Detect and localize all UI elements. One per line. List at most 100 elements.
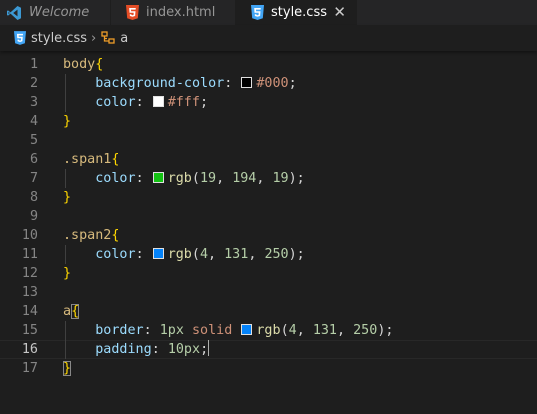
code-line[interactable]: 17} (0, 359, 537, 378)
code-line[interactable]: 11 color: rgb(4, 131, 250); (0, 245, 537, 264)
color-swatch[interactable] (152, 96, 164, 107)
line-number: 14 (21, 304, 38, 319)
token-punc: , (248, 247, 265, 262)
code-line[interactable]: 3 color: #fff; (0, 93, 537, 112)
token-ws (63, 342, 95, 357)
token-num: 194 (232, 171, 257, 186)
token-prop: border (95, 323, 144, 338)
code-line[interactable]: 1 body{ (0, 55, 537, 74)
token-prop: color (95, 171, 136, 186)
token-num: 19 (272, 171, 289, 186)
token-kw: solid (192, 323, 233, 338)
text-cursor (208, 340, 210, 356)
line-number: 1 (29, 57, 38, 72)
token-num: 1px (159, 323, 184, 338)
line-number: 15 (21, 323, 38, 338)
code-text: border: 1px solid rgb(4, 131, 250); (63, 321, 393, 340)
line-number: 11 (21, 247, 38, 262)
code-line[interactable]: 8} (0, 188, 537, 207)
code-line[interactable]: 9 (0, 207, 537, 226)
line-number: 8 (29, 190, 38, 205)
tab-label: style.css (271, 5, 327, 20)
code-text: background-color: #000; (63, 74, 296, 93)
code-line[interactable]: 15 border: 1px solid rgb(4, 131, 250); (0, 321, 537, 340)
code-text: color: #fff; (63, 93, 208, 112)
breadcrumb-symbol[interactable]: a (101, 31, 128, 46)
tab-welcome[interactable]: Welcome (0, 0, 111, 25)
token-punc: ; (200, 342, 209, 357)
token-brace: } (63, 266, 72, 281)
code-text: color: rgb(19, 194, 19); (63, 169, 305, 188)
token-sel: body (63, 57, 96, 72)
css3-icon (14, 31, 26, 45)
token-brace: { (111, 228, 120, 243)
breadcrumb-file-label: style.css (31, 30, 87, 46)
line-number: 2 (29, 76, 38, 91)
token-num: 250 (264, 247, 289, 262)
token-num: 19 (199, 171, 217, 186)
token-ws (63, 323, 95, 338)
token-fn: rgb (167, 171, 192, 186)
breadcrumb-file[interactable]: style.css (14, 31, 87, 46)
code-text: padding: 10px; (63, 340, 210, 359)
token-num: 131 (224, 247, 249, 262)
token-punc: : (224, 76, 241, 91)
code-line[interactable]: 4} (0, 112, 537, 131)
token-val: #000 (256, 76, 289, 91)
token-ws (63, 171, 95, 186)
token-punc: ; (199, 95, 208, 110)
token-punc (184, 323, 192, 338)
token-sel: .span2 (63, 228, 112, 243)
token-punc: : (151, 342, 168, 357)
code-text: .span1{ (63, 150, 119, 169)
line-number: 6 (29, 152, 38, 167)
token-brace: } (63, 114, 72, 129)
code-text: color: rgb(4, 131, 250); (63, 245, 305, 264)
token-ws (63, 76, 95, 91)
token-sel: .span1 (63, 152, 112, 167)
line-number: 17 (21, 361, 38, 376)
token-prop: background-color (95, 76, 225, 91)
token-fn: rgb (256, 323, 281, 338)
close-icon[interactable]: ✕ (333, 3, 346, 21)
token-punc: , (216, 171, 233, 186)
token-punc (232, 323, 240, 338)
token-punc: ( (191, 171, 200, 186)
color-swatch[interactable] (152, 172, 164, 183)
code-text: body{ (63, 55, 103, 74)
symbol-element-icon (101, 31, 115, 45)
code-line[interactable]: 13 (0, 283, 537, 302)
token-punc: , (296, 323, 313, 338)
css3-icon (251, 5, 264, 20)
code-line[interactable]: 2 background-color: #000; (0, 74, 537, 93)
code-line[interactable]: 12} (0, 264, 537, 283)
chevron-right-icon: › (91, 30, 97, 46)
token-fn: rgb (167, 247, 192, 262)
token-punc: ); (288, 247, 305, 262)
token-punc: , (208, 247, 225, 262)
breadcrumb: style.css › a (0, 25, 537, 51)
line-number: 16 (21, 342, 38, 357)
token-punc: ( (280, 323, 289, 338)
code-line[interactable]: 16 padding: 10px; (0, 340, 537, 359)
code-line[interactable]: 6 .span1{ (0, 150, 537, 169)
code-line[interactable]: 5 (0, 131, 537, 150)
line-number: 13 (21, 285, 38, 300)
color-swatch[interactable] (152, 248, 164, 259)
token-val: #fff (167, 95, 200, 110)
color-swatch[interactable] (241, 324, 253, 335)
token-brace: } (63, 190, 72, 205)
code-line[interactable]: 7 color: rgb(19, 194, 19); (0, 169, 537, 188)
code-line[interactable]: 14 a{ (0, 302, 537, 321)
token-sel: a (63, 304, 72, 319)
token-ws (63, 95, 95, 110)
code-line[interactable]: 10 .span2{ (0, 226, 537, 245)
token-punc: , (256, 171, 273, 186)
color-swatch[interactable] (241, 77, 253, 88)
tab-style-css[interactable]: style.css ✕ (236, 0, 357, 25)
line-number: 5 (29, 133, 38, 148)
code-text: a{ (63, 302, 80, 321)
tab-index-html[interactable]: index.html (111, 0, 236, 25)
code-editor[interactable]: 1 body{2 background-color: #000; 3 color: … (0, 51, 537, 414)
code-text: } (63, 112, 71, 131)
